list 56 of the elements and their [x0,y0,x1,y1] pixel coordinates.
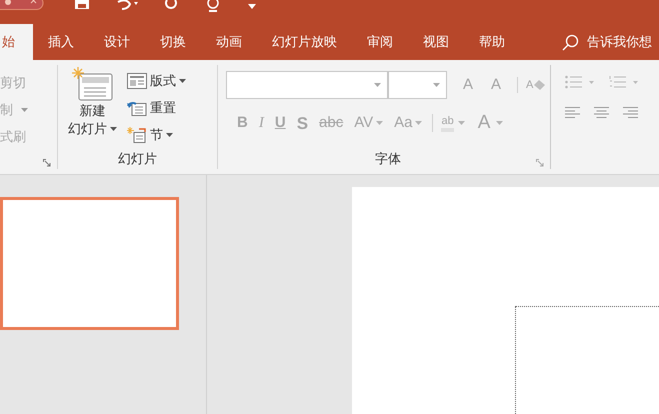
new-slide-button[interactable]: 新建 幻灯片 [68,67,117,148]
grow-font-button[interactable]: A [457,74,479,96]
layout-icon [127,72,147,88]
close-icon[interactable] [0,0,44,10]
dialog-launcher-icon[interactable] [43,159,51,167]
ribbon-tab[interactable]: 视图 [408,24,464,60]
slide-command-button[interactable]: 节 [127,121,186,148]
font-format-button[interactable]: abc [314,111,348,136]
shrink-font-button[interactable]: A [485,74,507,96]
align-icon[interactable] [623,107,638,118]
ribbon-tab[interactable]: 插入 [33,24,89,60]
font-format-button[interactable]: U [270,111,291,136]
slide-command-button[interactable]: 版式 [127,67,186,94]
dropdown-caret-icon [496,121,504,126]
font-size-field[interactable] [388,71,447,99]
font-format-button[interactable]: AV [349,111,388,136]
ribbon-tab[interactable]: 动画 [201,24,257,60]
dropdown-caret-icon [110,127,117,131]
font-name-field[interactable] [226,71,388,99]
dropdown-caret-icon [374,83,381,87]
undo-icon[interactable] [116,0,138,11]
ribbon-tab[interactable]: 始 [0,24,33,60]
ribbon-tab[interactable]: 切换 [145,24,201,60]
numbering-icon[interactable] [609,75,639,89]
font-format-button[interactable]: S [292,111,314,136]
new-slide-icon [72,67,114,101]
bullets-icon[interactable] [565,75,595,89]
clear-formatting-button[interactable]: A [517,76,546,94]
group-label: 幻灯片 [117,150,158,168]
eraser-icon [533,80,546,90]
align-icon[interactable] [594,107,609,118]
save-icon[interactable] [74,0,90,10]
dropdown-caret-icon [415,121,422,126]
highlight-button[interactable]: ab [432,114,465,132]
dialog-launcher-icon[interactable] [536,159,544,167]
ribbon-tab[interactable]: 幻灯片放映 [257,24,352,60]
reset-icon [127,100,147,116]
slide-thumbnail[interactable] [0,197,179,330]
font-format-button[interactable]: B [232,111,253,136]
font-color-button[interactable]: A [478,109,504,138]
dropdown-caret-icon [433,83,440,87]
tell-me-placeholder: 告诉我你想 [587,33,652,52]
dropdown-caret-icon [376,121,384,126]
ribbon-tab[interactable]: 设计 [89,24,145,60]
section-icon [127,126,147,142]
group-label: 字体 [375,150,401,168]
slide-command-button[interactable]: 重置 [127,94,186,121]
tell-me-field[interactable]: 告诉我你想 [562,24,652,60]
repeat-icon[interactable] [164,0,178,11]
font-format-button[interactable]: Aa [389,111,428,136]
ribbon-tab[interactable]: 审阅 [352,24,408,60]
dropdown-caret-icon [458,121,465,126]
ribbon-tab[interactable]: 帮助 [464,24,520,60]
search-icon [562,34,579,50]
font-format-button[interactable]: I [254,111,269,136]
align-icon[interactable] [565,107,580,118]
